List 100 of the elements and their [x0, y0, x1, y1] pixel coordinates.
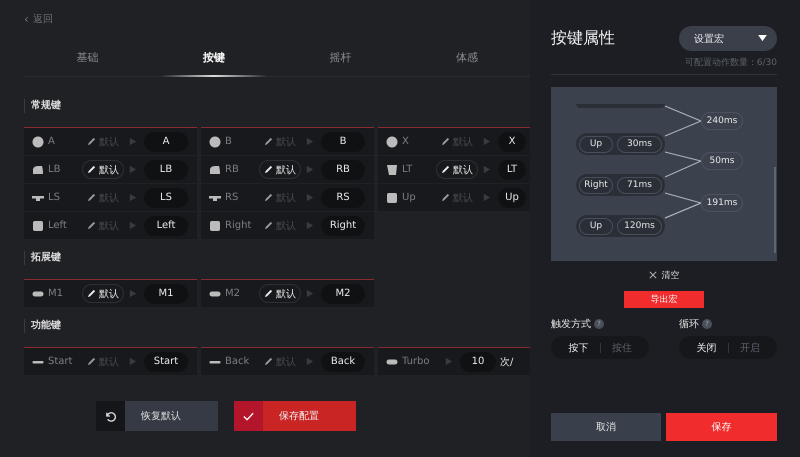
key-label: Left	[48, 220, 68, 231]
round-button-icon	[209, 136, 221, 148]
mapped-key-button[interactable]: RB	[321, 160, 365, 180]
key-label: RB	[225, 164, 240, 175]
scrollbar[interactable]	[774, 167, 776, 253]
play-icon	[305, 137, 314, 146]
pencil-icon	[87, 165, 96, 174]
key-label: Start	[48, 356, 74, 367]
save-config-button[interactable]: 保存配置	[234, 401, 356, 431]
pencil-icon	[441, 165, 450, 174]
play-icon	[128, 137, 137, 146]
option-title: 循环	[679, 318, 699, 331]
edit-button[interactable]: 默认	[82, 160, 124, 179]
round-button-icon	[386, 136, 398, 148]
tab[interactable]: 体感	[404, 38, 530, 76]
tab[interactable]: 基础	[24, 38, 150, 76]
pencil-icon	[87, 137, 96, 146]
connector-line	[664, 106, 702, 122]
round-button-icon	[32, 136, 44, 148]
delay-pill[interactable]: 240ms	[701, 112, 743, 130]
key-label: B	[225, 136, 233, 147]
play-icon	[128, 221, 137, 230]
pencil-icon	[441, 193, 450, 202]
key-label: LS	[48, 192, 61, 203]
mapped-key-button[interactable]: LT	[498, 160, 526, 180]
mapped-key-button[interactable]: Up	[498, 188, 526, 208]
mapped-key-button[interactable]: LB	[144, 160, 188, 180]
delay-pill[interactable]: 50ms	[701, 152, 743, 170]
key-label: M1	[48, 288, 64, 299]
connector-line	[664, 120, 702, 136]
mapped-key-button[interactable]: LS	[144, 188, 188, 208]
play-icon	[305, 165, 314, 174]
play-icon	[128, 289, 137, 298]
macro-step[interactable]: Up 30ms	[576, 133, 665, 155]
reset-button[interactable]: 恢复默认	[96, 401, 218, 431]
play-icon	[482, 193, 491, 202]
key-label: RS	[225, 192, 240, 203]
tab[interactable]: 按键	[150, 38, 277, 76]
mapped-key-button[interactable]: Back	[321, 352, 365, 372]
play-icon	[305, 221, 314, 230]
tab[interactable]: 摇杆	[277, 38, 404, 76]
segment-option[interactable]: 关闭	[685, 338, 728, 356]
pencil-icon	[441, 137, 450, 146]
bumper-icon	[32, 164, 44, 176]
key-label: LT	[402, 164, 414, 175]
caret-icon	[758, 35, 767, 42]
mapped-key-button[interactable]: RS	[321, 188, 365, 208]
mapped-key-button[interactable]: M2	[321, 284, 365, 304]
step-key: Up	[579, 218, 613, 234]
edit-button[interactable]: 默认	[436, 160, 478, 179]
mapped-key-button[interactable]: B	[321, 132, 365, 152]
mode-dropdown[interactable]: 设置宏	[679, 26, 777, 51]
mapped-key-button[interactable]: M1	[144, 284, 188, 304]
key-label: Right	[225, 220, 252, 231]
macro-step[interactable]: Up 120ms	[576, 215, 665, 237]
edit-button[interactable]: 默认	[82, 284, 124, 303]
macro-step[interactable]: Right 71ms	[576, 174, 665, 196]
key-label: LB	[48, 164, 62, 175]
pencil-icon	[87, 193, 96, 202]
step-time: 30ms	[617, 136, 662, 152]
key-label: A	[48, 136, 56, 147]
play-icon	[482, 137, 491, 146]
segment-option[interactable]: 按下	[557, 338, 600, 356]
edit-button[interactable]: 默认	[259, 160, 301, 179]
step-time: 120ms	[617, 218, 662, 234]
play-icon	[128, 193, 137, 202]
key-label: Up	[402, 192, 417, 203]
pencil-icon	[264, 137, 273, 146]
step-key: Right	[579, 176, 613, 194]
turbo-field[interactable]: 10	[460, 352, 496, 372]
delay-pill[interactable]: 191ms	[701, 194, 743, 212]
edit-button[interactable]: 默认	[259, 284, 301, 303]
key-label: Back	[225, 356, 250, 367]
option-title: 触发方式	[551, 318, 591, 331]
pencil-icon	[87, 221, 96, 230]
bumper-icon	[209, 164, 221, 176]
export-button[interactable]: 导出宏	[624, 291, 704, 308]
unit-label: 次/	[500, 356, 514, 368]
undo-icon	[104, 410, 117, 422]
play-icon	[128, 357, 137, 366]
mapped-key-button[interactable]: Right	[321, 216, 365, 236]
mapped-key-button[interactable]: Start	[144, 352, 188, 372]
play-icon	[305, 193, 314, 202]
key-label: X	[402, 136, 410, 147]
pad-icon	[32, 220, 44, 232]
pencil-icon	[264, 165, 273, 174]
cancel-button[interactable]: 取消	[551, 413, 661, 441]
clear-button[interactable]: 清空	[648, 268, 680, 282]
mapped-key-button[interactable]: A	[144, 132, 188, 152]
trigger-icon	[386, 164, 398, 176]
play-icon	[482, 165, 491, 174]
pencil-icon	[264, 193, 273, 202]
action-count: 可配置动作数量：6/30	[551, 56, 777, 75]
mapped-key-button[interactable]: X	[498, 132, 526, 152]
save-button[interactable]: 保存	[666, 413, 777, 441]
pencil-icon	[264, 289, 273, 298]
pencil-icon	[87, 289, 96, 298]
panel-title: 按键属性	[551, 28, 615, 49]
mapped-key-button[interactable]: Left	[144, 216, 188, 236]
play-icon	[305, 357, 314, 366]
